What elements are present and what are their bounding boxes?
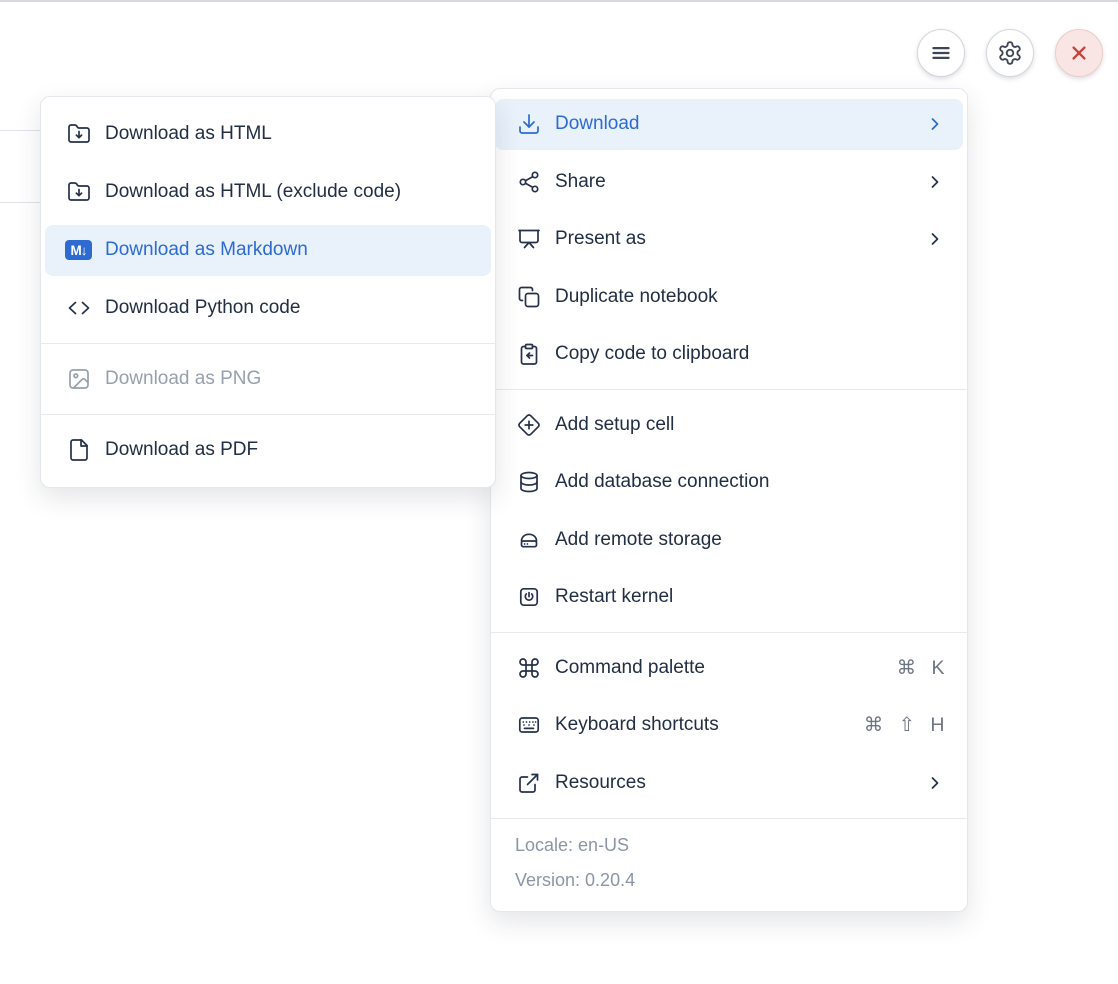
menu-item-label: Download Python code (105, 297, 300, 319)
chevron-right-icon (925, 229, 945, 249)
menu-item-label: Restart kernel (555, 586, 673, 608)
markdown-badge-text: M↓ (65, 240, 92, 260)
menu-item-label: Download as HTML (105, 123, 272, 145)
diamond-plus-icon (515, 413, 542, 437)
menu-item-label: Present as (555, 228, 646, 250)
image-icon (65, 367, 92, 391)
submenu-item-download-as-pdf[interactable]: Download as PDF (41, 421, 495, 479)
menu-item-keyboard-shortcuts[interactable]: Keyboard shortcuts ⌘ ⇧ H (491, 697, 967, 755)
settings-button[interactable] (986, 29, 1034, 77)
download-submenu: Download as HTML Download as HTML (exclu… (40, 96, 496, 488)
locale-text: Locale: en-US (515, 828, 943, 863)
version-text: Version: 0.20.4 (515, 863, 943, 898)
menu-item-label: Duplicate notebook (555, 286, 718, 308)
submenu-item-download-as-markdown[interactable]: M↓ Download as Markdown (45, 225, 491, 276)
page-top-border (0, 0, 1118, 2)
markdown-badge-icon: M↓ (65, 240, 92, 260)
background-cell-border (0, 130, 40, 131)
menu-item-resources[interactable]: Resources (491, 754, 967, 812)
database-icon (515, 470, 542, 494)
menu-item-label: Resources (555, 772, 646, 794)
command-icon (515, 656, 542, 680)
code-icon (65, 296, 92, 320)
hard-drive-icon (515, 528, 542, 552)
shortcut-hint: ⌘ ⇧ H (864, 713, 945, 737)
share-icon (515, 170, 542, 194)
chevron-right-icon (925, 172, 945, 192)
menu-item-label: Command palette (555, 657, 705, 679)
menu-item-label: Keyboard shortcuts (555, 714, 719, 736)
menu-item-label: Download as HTML (exclude code) (105, 181, 401, 203)
close-notebook-button[interactable] (1055, 29, 1103, 77)
menu-item-add-remote-storage[interactable]: Add remote storage (491, 511, 967, 569)
menu-item-label: Download as PDF (105, 439, 258, 461)
menu-item-label: Add setup cell (555, 414, 674, 436)
external-link-icon (515, 771, 542, 795)
folder-download-icon (65, 122, 92, 146)
chevron-right-icon (925, 773, 945, 793)
menu-item-label: Download (555, 113, 640, 135)
file-icon (65, 438, 92, 462)
menu-item-present-as[interactable]: Present as (491, 211, 967, 269)
submenu-item-download-as-png: Download as PNG (41, 350, 495, 408)
menu-item-copy-code[interactable]: Copy code to clipboard (491, 326, 967, 384)
folder-download-icon (65, 180, 92, 204)
background-cell-border (0, 202, 40, 203)
submenu-item-download-python-code[interactable]: Download Python code (41, 279, 495, 337)
notebook-actions-menu: Download Share Present as Duplicate note… (490, 88, 968, 912)
menu-item-label: Download as PNG (105, 368, 261, 390)
menu-item-add-database-connection[interactable]: Add database connection (491, 454, 967, 512)
menu-separator (41, 343, 495, 344)
menu-item-duplicate-notebook[interactable]: Duplicate notebook (491, 268, 967, 326)
keyboard-icon (515, 713, 542, 737)
notebook-toolbar (917, 29, 1103, 77)
submenu-item-download-as-html[interactable]: Download as HTML (41, 105, 495, 163)
square-power-icon (515, 585, 542, 609)
hamburger-icon (928, 40, 954, 66)
menu-item-restart-kernel[interactable]: Restart kernel (491, 569, 967, 627)
menu-footer: Locale: en-US Version: 0.20.4 (491, 818, 967, 911)
shortcut-hint: ⌘ K (897, 656, 945, 680)
x-icon (1066, 40, 1092, 66)
notebook-menu-button[interactable] (917, 29, 965, 77)
duplicate-icon (515, 285, 542, 309)
menu-item-command-palette[interactable]: Command palette ⌘ K (491, 639, 967, 697)
menu-item-label: Add database connection (555, 471, 769, 493)
menu-item-add-setup-cell[interactable]: Add setup cell (491, 396, 967, 454)
presentation-icon (515, 227, 542, 251)
menu-separator (41, 414, 495, 415)
gear-icon (997, 40, 1023, 66)
menu-item-label: Add remote storage (555, 529, 722, 551)
clipboard-arrow-icon (515, 342, 542, 366)
menu-item-label: Copy code to clipboard (555, 343, 749, 365)
menu-item-download[interactable]: Download (495, 99, 963, 150)
menu-item-label: Download as Markdown (105, 239, 308, 261)
menu-item-share[interactable]: Share (491, 153, 967, 211)
menu-separator (491, 632, 967, 633)
chevron-right-icon (925, 114, 945, 134)
menu-item-label: Share (555, 171, 606, 193)
menu-separator (491, 389, 967, 390)
submenu-item-download-as-html-exclude-code[interactable]: Download as HTML (exclude code) (41, 163, 495, 221)
download-icon (515, 112, 542, 136)
